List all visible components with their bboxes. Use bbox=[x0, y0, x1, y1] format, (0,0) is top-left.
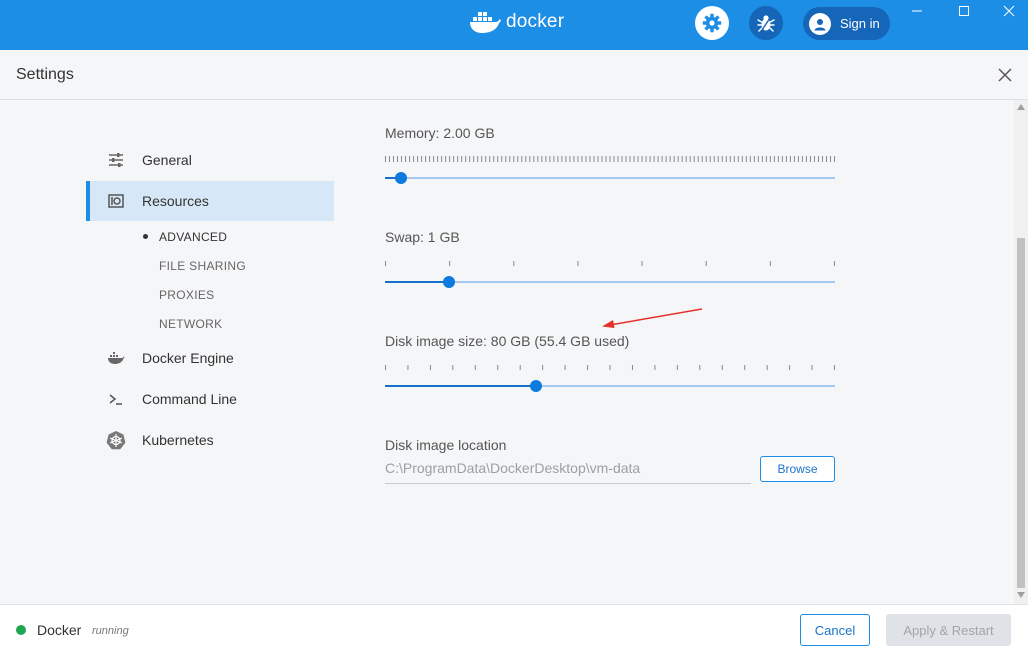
window-close-icon bbox=[1003, 5, 1015, 17]
sidebar-item-general[interactable]: General bbox=[86, 140, 334, 180]
sidebar-item-docker-engine[interactable]: Docker Engine bbox=[86, 338, 334, 378]
sidebar-item-command-line[interactable]: Command Line bbox=[86, 379, 334, 419]
disk-size-slider-fill bbox=[385, 385, 536, 387]
close-icon bbox=[998, 68, 1012, 82]
maximize-icon bbox=[959, 6, 969, 16]
settings-button[interactable] bbox=[695, 6, 729, 40]
status-footer: Docker running Cancel Apply & Restart bbox=[0, 604, 1028, 652]
swap-ticks bbox=[385, 261, 835, 266]
helm-icon bbox=[106, 430, 126, 450]
scroll-up-icon[interactable] bbox=[1017, 104, 1025, 110]
sidebar-item-label: Kubernetes bbox=[142, 432, 214, 448]
maximize-button[interactable] bbox=[947, 0, 981, 22]
sidebar-item-label: Docker Engine bbox=[142, 350, 234, 366]
close-settings-button[interactable] bbox=[993, 63, 1017, 87]
terminal-icon bbox=[106, 389, 126, 409]
sign-in-button[interactable]: Sign in bbox=[803, 7, 890, 40]
subnav-proxies[interactable]: PROXIES bbox=[159, 288, 214, 302]
resources-icon bbox=[106, 191, 126, 211]
whale-logo-icon bbox=[470, 12, 501, 33]
minimize-icon bbox=[912, 10, 922, 12]
troubleshoot-button[interactable] bbox=[749, 6, 783, 40]
disk-size-slider[interactable] bbox=[385, 380, 835, 392]
sliders-icon bbox=[106, 150, 126, 170]
browse-button[interactable]: Browse bbox=[760, 456, 835, 482]
docker-logo: docker bbox=[468, 10, 564, 34]
cancel-button[interactable]: Cancel bbox=[800, 614, 870, 646]
settings-header: Settings bbox=[0, 50, 1028, 100]
memory-ticks bbox=[385, 156, 835, 162]
scroll-thumb[interactable] bbox=[1017, 238, 1025, 588]
swap-slider-fill bbox=[385, 281, 449, 283]
minimize-button[interactable] bbox=[900, 0, 934, 22]
disk-size-label: Disk image size: 80 GB (55.4 GB used) bbox=[385, 333, 630, 349]
status-name: Docker bbox=[37, 622, 82, 638]
scroll-down-icon[interactable] bbox=[1017, 592, 1025, 598]
gear-icon bbox=[702, 13, 722, 33]
page-title: Settings bbox=[16, 66, 74, 83]
swap-slider[interactable] bbox=[385, 276, 835, 288]
brand-name: docker bbox=[506, 11, 565, 32]
active-dot bbox=[143, 234, 148, 239]
user-avatar-icon bbox=[809, 12, 831, 35]
subnav-advanced[interactable]: ADVANCED bbox=[159, 230, 227, 244]
sign-in-label: Sign in bbox=[840, 16, 880, 31]
window-close-button[interactable] bbox=[992, 0, 1026, 22]
annotation-arrow bbox=[602, 308, 703, 328]
memory-slider[interactable] bbox=[385, 172, 835, 184]
memory-label: Memory: 2.00 GB bbox=[385, 125, 495, 141]
sidebar-item-label: Resources bbox=[142, 193, 209, 209]
status-text: running bbox=[92, 625, 129, 637]
apply-restart-button[interactable]: Apply & Restart bbox=[886, 614, 1011, 646]
disk-size-slider-thumb[interactable] bbox=[530, 380, 542, 392]
swap-slider-thumb[interactable] bbox=[443, 276, 455, 288]
bug-icon bbox=[757, 15, 775, 32]
disk-location-label: Disk image location bbox=[385, 437, 507, 453]
status-indicator bbox=[16, 625, 26, 635]
title-bar: docker Sign in bbox=[0, 0, 1028, 50]
subnav-file-sharing[interactable]: FILE SHARING bbox=[159, 259, 246, 273]
sidebar-item-kubernetes[interactable]: Kubernetes bbox=[86, 420, 334, 460]
disk-location-field[interactable]: C:\ProgramData\DockerDesktop\vm-data bbox=[385, 458, 751, 484]
sidebar-item-label: Command Line bbox=[142, 391, 237, 407]
scrollbar[interactable] bbox=[1014, 100, 1028, 604]
swap-label: Swap: 1 GB bbox=[385, 229, 460, 245]
whale-icon bbox=[106, 348, 126, 368]
disk-size-ticks bbox=[385, 365, 835, 370]
subnav-network[interactable]: NETWORK bbox=[159, 317, 222, 331]
sidebar-item-label: General bbox=[142, 152, 192, 168]
memory-slider-thumb[interactable] bbox=[395, 172, 407, 184]
sidebar-item-resources[interactable]: Resources bbox=[86, 181, 334, 221]
